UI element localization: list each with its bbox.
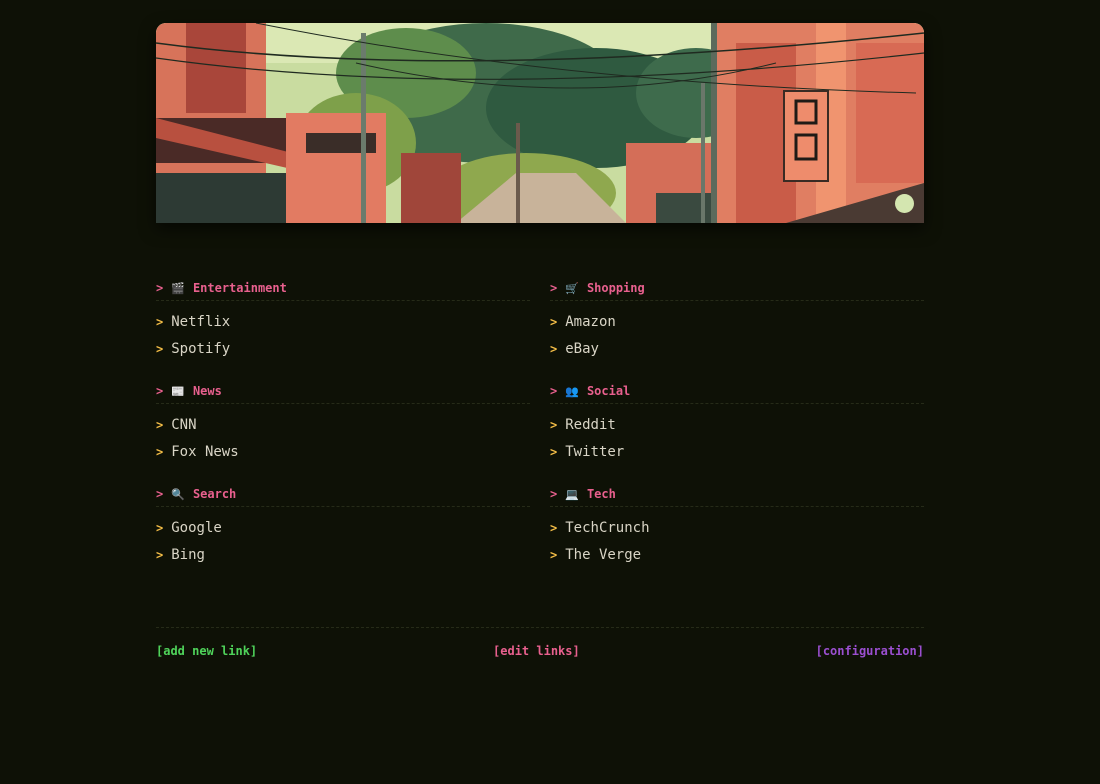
link-label: Netflix xyxy=(171,314,231,330)
heading-arrow: > xyxy=(156,281,164,295)
link-arrow: > xyxy=(550,445,558,459)
link-bing[interactable]: > Bing xyxy=(156,545,530,572)
edit-links-button[interactable]: [edit links] xyxy=(493,644,580,658)
footer-actions: [add new link] [edit links] [configurati… xyxy=(156,627,924,658)
link-arrow: > xyxy=(156,342,164,356)
theme-toggle-dot[interactable] xyxy=(895,194,914,213)
clapperboard-icon: 🎬 xyxy=(171,282,185,295)
link-label: The Verge xyxy=(565,547,642,563)
link-techcrunch[interactable]: > TechCrunch xyxy=(550,518,924,545)
link-twitter[interactable]: > Twitter xyxy=(550,442,924,469)
section-title: News xyxy=(192,384,222,398)
link-label: Fox News xyxy=(171,444,239,460)
link-label: Spotify xyxy=(171,341,231,357)
section-tech: > 💻 Tech > TechCrunch > The Verge xyxy=(550,486,924,572)
link-arrow: > xyxy=(156,521,164,535)
laptop-icon: 💻 xyxy=(565,488,579,501)
heading-arrow: > xyxy=(550,487,558,501)
link-amazon[interactable]: > Amazon xyxy=(550,312,924,339)
link-label: Reddit xyxy=(565,417,616,433)
link-arrow: > xyxy=(550,418,558,432)
link-fox-news[interactable]: > Fox News xyxy=(156,442,530,469)
section-shopping: > 🛒 Shopping > Amazon > eBay xyxy=(550,280,924,366)
link-netflix[interactable]: > Netflix xyxy=(156,312,530,339)
section-news: > 📰 News > CNN > Fox News xyxy=(156,383,530,469)
link-arrow: > xyxy=(550,315,558,329)
link-google[interactable]: > Google xyxy=(156,518,530,545)
section-title: Search xyxy=(192,487,237,501)
link-spotify[interactable]: > Spotify xyxy=(156,339,530,366)
heading-arrow: > xyxy=(156,487,164,501)
link-arrow: > xyxy=(550,548,558,562)
link-label: Twitter xyxy=(565,444,625,460)
section-title: Tech xyxy=(586,487,616,501)
section-heading: > 💻 Tech xyxy=(550,486,924,507)
link-label: Bing xyxy=(171,547,205,563)
header-banner-image xyxy=(156,23,924,223)
link-label: TechCrunch xyxy=(565,520,650,536)
heading-arrow: > xyxy=(156,384,164,398)
magnifier-icon: 🔍 xyxy=(171,488,185,501)
section-heading: > 📰 News xyxy=(156,383,530,404)
link-reddit[interactable]: > Reddit xyxy=(550,415,924,442)
section-entertainment: > 🎬 Entertainment > Netflix > Spotify xyxy=(156,280,530,366)
link-label: eBay xyxy=(565,341,599,357)
link-arrow: > xyxy=(156,548,164,562)
section-title: Shopping xyxy=(586,281,645,295)
heading-arrow: > xyxy=(550,384,558,398)
link-arrow: > xyxy=(156,418,164,432)
section-title: Entertainment xyxy=(192,281,287,295)
link-cnn[interactable]: > CNN xyxy=(156,415,530,442)
link-arrow: > xyxy=(550,521,558,535)
link-label: Amazon xyxy=(565,314,616,330)
section-heading: > 🎬 Entertainment xyxy=(156,280,530,301)
street-scene-illustration xyxy=(156,23,924,223)
link-the-verge[interactable]: > The Verge xyxy=(550,545,924,572)
link-arrow: > xyxy=(156,445,164,459)
section-heading: > 👥 Social xyxy=(550,383,924,404)
startpage: > 🎬 Entertainment > Netflix > Spotify > 🛒 Shop… xyxy=(156,23,924,658)
newspaper-icon: 📰 xyxy=(171,385,185,398)
configuration-button[interactable]: [configuration] xyxy=(816,644,924,658)
section-heading: > 🛒 Shopping xyxy=(550,280,924,301)
cart-icon: 🛒 xyxy=(565,282,579,295)
section-heading: > 🔍 Search xyxy=(156,486,530,507)
add-new-link-button[interactable]: [add new link] xyxy=(156,644,257,658)
people-icon: 👥 xyxy=(565,385,579,398)
heading-arrow: > xyxy=(550,281,558,295)
section-search: > 🔍 Search > Google > Bing xyxy=(156,486,530,572)
section-title: Social xyxy=(586,384,631,398)
link-label: CNN xyxy=(171,417,197,433)
link-ebay[interactable]: > eBay xyxy=(550,339,924,366)
link-arrow: > xyxy=(156,315,164,329)
link-label: Google xyxy=(171,520,222,536)
section-social: > 👥 Social > Reddit > Twitter xyxy=(550,383,924,469)
link-arrow: > xyxy=(550,342,558,356)
